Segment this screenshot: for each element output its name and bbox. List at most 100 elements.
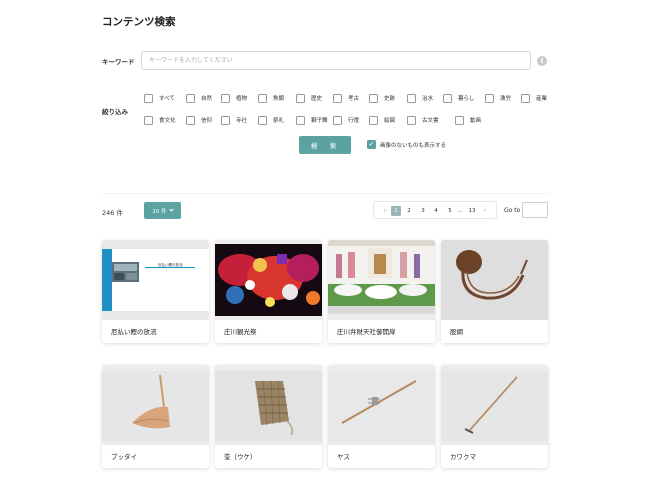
checkbox-icon[interactable] xyxy=(221,115,230,125)
checkbox-icon[interactable] xyxy=(186,115,195,125)
thumbnail-caption: 厄払い鰹の放流 xyxy=(158,263,183,267)
content-card[interactable]: ブッタイ xyxy=(102,365,209,468)
filter-checkbox-flood-control[interactable]: 治水 xyxy=(407,93,433,103)
checkbox-label: 産業 xyxy=(536,96,548,102)
search-button[interactable]: 検 索 xyxy=(299,136,351,154)
prev-page-button[interactable]: ‹ xyxy=(381,206,389,216)
filter-checkbox-old-documents[interactable]: 古文書 xyxy=(407,115,439,125)
content-card[interactable]: 庄川弁財天社御開扉 xyxy=(328,240,435,343)
card-title: 股網 xyxy=(450,328,463,336)
checkbox-icon[interactable] xyxy=(407,93,416,103)
content-card[interactable]: 庄川観光祭 xyxy=(215,240,322,343)
card-thumbnail xyxy=(441,240,548,320)
checkbox-icon[interactable] xyxy=(443,93,452,103)
card-title: 筌（ウケ） xyxy=(224,453,257,461)
checkbox-label: 行燈 xyxy=(348,118,360,124)
checkbox-icon[interactable] xyxy=(258,115,267,125)
checkmark-icon[interactable]: ✓ xyxy=(367,140,376,149)
goto-label: Go to xyxy=(504,207,521,214)
filter-checkbox-temples[interactable]: 寺社 xyxy=(221,115,247,125)
content-card[interactable]: 厄払い鰹の放流 厄払い鰹の放流 xyxy=(102,240,209,343)
filter-checkbox-history[interactable]: 歴史 xyxy=(296,93,322,103)
checkbox-icon[interactable] xyxy=(258,93,267,103)
checkbox-label: 考古 xyxy=(348,96,360,102)
content-card[interactable]: 股網 xyxy=(441,240,548,343)
content-card[interactable]: 筌（ウケ） xyxy=(215,365,322,468)
page-4-button[interactable]: 4 xyxy=(431,206,441,216)
filter-checkbox-fish[interactable]: 魚類 xyxy=(258,93,284,103)
checkbox-label: 魚類 xyxy=(273,96,285,102)
checkbox-icon[interactable] xyxy=(186,93,195,103)
checkbox-label: 治水 xyxy=(422,96,434,102)
card-thumbnail xyxy=(441,365,548,445)
filter-checkbox-archaeology[interactable]: 考古 xyxy=(333,93,359,103)
checkbox-icon[interactable] xyxy=(296,93,305,103)
divider xyxy=(102,193,548,194)
checkbox-label: 暮らし xyxy=(458,96,475,102)
filter-checkbox-lanterns[interactable]: 行燈 xyxy=(333,115,359,125)
filter-label: 絞り込み xyxy=(102,108,128,116)
checkbox-label: 食文化 xyxy=(159,118,176,124)
checkbox-label: 祭礼 xyxy=(273,118,285,124)
checkbox-label: 寺社 xyxy=(236,118,248,124)
checkbox-icon[interactable] xyxy=(407,115,416,125)
per-page-value: 20 件 xyxy=(152,208,167,215)
card-thumbnail xyxy=(215,240,322,320)
checkbox-label: 信仰 xyxy=(201,118,213,124)
filter-checkbox-videos[interactable]: 動画 xyxy=(455,115,481,125)
checkbox-icon[interactable] xyxy=(333,93,342,103)
card-title: 庄川弁財天社御開扉 xyxy=(337,328,396,336)
filter-checkbox-lion-dance[interactable]: 獅子舞 xyxy=(296,115,328,125)
page-1-button[interactable]: 1 xyxy=(391,206,401,216)
checkbox-icon[interactable] xyxy=(333,115,342,125)
card-thumbnail xyxy=(102,365,209,445)
card-title: ヤス xyxy=(337,453,350,461)
checkbox-icon[interactable] xyxy=(221,93,230,103)
checkbox-label: 動画 xyxy=(470,118,482,124)
filter-checkbox-food-culture[interactable]: 食文化 xyxy=(144,115,176,125)
page-3-button[interactable]: 3 xyxy=(418,206,428,216)
filter-checkbox-festivals[interactable]: 祭礼 xyxy=(258,115,284,125)
checkbox-icon[interactable] xyxy=(455,115,464,125)
filter-checkbox-all[interactable]: すべて xyxy=(144,93,175,103)
pagination: ‹ 1 2 3 4 5 ... 13 › xyxy=(373,201,497,219)
info-icon[interactable]: i xyxy=(537,56,547,66)
per-page-select[interactable]: 20 件 xyxy=(144,202,181,219)
filter-checkbox-pictorial-maps[interactable]: 絵図 xyxy=(369,115,395,125)
checkbox-label: 漁労 xyxy=(500,96,512,102)
checkbox-icon[interactable] xyxy=(485,93,494,103)
filter-checkbox-industry[interactable]: 産業 xyxy=(521,93,547,103)
keyword-input[interactable] xyxy=(141,51,531,70)
filter-checkbox-living[interactable]: 暮らし xyxy=(443,93,475,103)
checkbox-icon[interactable] xyxy=(296,115,305,125)
content-card[interactable]: ヤス xyxy=(328,365,435,468)
checkbox-label: すべて xyxy=(159,96,175,102)
checkbox-icon[interactable] xyxy=(521,93,530,103)
page-13-button[interactable]: 13 xyxy=(466,206,478,216)
page-5-button[interactable]: 5 xyxy=(445,206,455,216)
filter-checkbox-nature[interactable]: 自然 xyxy=(186,93,212,103)
card-title: 厄払い鰹の放流 xyxy=(111,328,157,336)
show-no-image-checkbox[interactable]: ✓ 画像のないものも表示する xyxy=(367,140,446,149)
show-no-image-label: 画像のないものも表示する xyxy=(380,142,447,149)
page-2-button[interactable]: 2 xyxy=(404,206,414,216)
card-title: ブッタイ xyxy=(111,453,137,461)
checkbox-icon[interactable] xyxy=(369,93,378,103)
checkbox-label: 自然 xyxy=(201,96,213,102)
filter-checkbox-historic-sites[interactable]: 史跡 xyxy=(369,93,395,103)
filter-checkbox-fishing[interactable]: 漁労 xyxy=(485,93,511,103)
page-ellipsis: ... xyxy=(457,208,463,214)
goto-page-input[interactable] xyxy=(522,202,548,218)
checkbox-label: 植物 xyxy=(236,96,248,102)
content-card[interactable]: カワクマ xyxy=(441,365,548,468)
card-thumbnail: 厄払い鰹の放流 xyxy=(102,240,209,320)
checkbox-icon[interactable] xyxy=(369,115,378,125)
next-page-button[interactable]: › xyxy=(481,206,489,216)
checkbox-icon[interactable] xyxy=(144,93,153,103)
card-thumbnail xyxy=(215,365,322,445)
checkbox-icon[interactable] xyxy=(144,115,153,125)
filter-checkbox-faith[interactable]: 信仰 xyxy=(186,115,212,125)
filter-checkbox-plants[interactable]: 植物 xyxy=(221,93,247,103)
card-thumbnail xyxy=(328,365,435,445)
chevron-down-icon xyxy=(169,207,174,212)
